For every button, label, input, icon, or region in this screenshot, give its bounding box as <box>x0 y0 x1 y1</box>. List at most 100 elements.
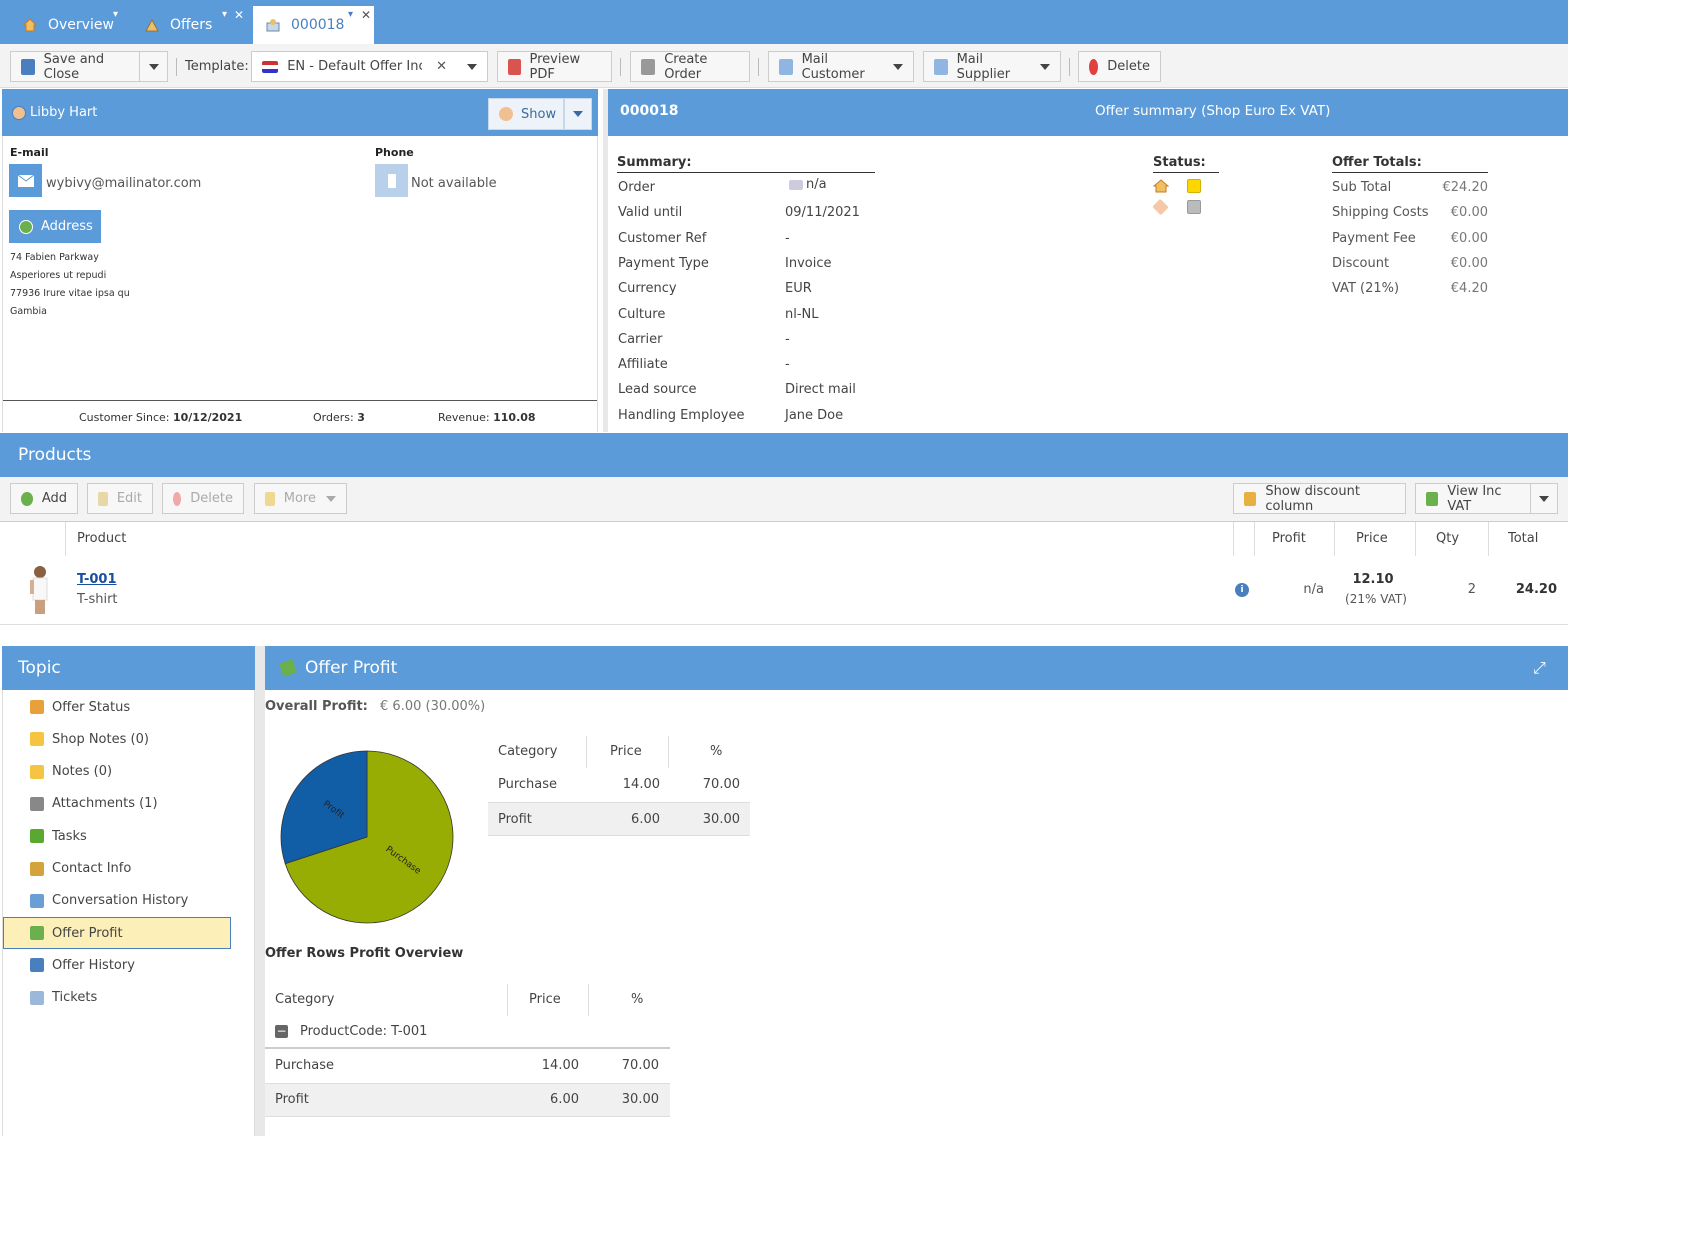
group-row[interactable]: − ProductCode: T-001 <box>265 1016 670 1049</box>
col-product[interactable]: Product <box>77 531 126 546</box>
view-dropdown-button[interactable] <box>1530 483 1558 514</box>
sidebar-item-label: Tickets <box>52 990 98 1006</box>
sidebar-item-notes[interactable]: Notes (0) <box>30 762 112 782</box>
show-discount-button[interactable]: Show discount column <box>1233 483 1406 514</box>
sidebar-item-offer-profit[interactable]: Offer Profit <box>30 923 123 943</box>
view-inc-vat-button[interactable]: View Inc VAT <box>1415 483 1531 514</box>
tab-menu-icon[interactable]: ▾ <box>222 9 227 20</box>
tab-overview[interactable]: Overview <box>0 6 130 44</box>
col-profit[interactable]: Profit <box>1272 531 1306 546</box>
delete-product-button[interactable]: Delete <box>162 483 244 514</box>
mail-customer-button[interactable]: Mail Customer <box>768 51 914 82</box>
template-select[interactable]: EN - Default Offer Inc V ✕ <box>251 51 488 82</box>
table-row[interactable]: Purchase 14.00 70.00 <box>488 768 750 802</box>
summary-label: Currency <box>618 281 677 297</box>
product-code-link[interactable]: T-001 <box>77 572 117 587</box>
products-header: Products <box>0 433 1568 477</box>
chevron-down-icon[interactable] <box>467 63 477 70</box>
discount-icon <box>1244 491 1257 506</box>
table-row[interactable]: T-001 T-shirt i n/a 12.10 (21% VAT) 2 24… <box>0 556 1568 625</box>
col-qty[interactable]: Qty <box>1436 531 1459 546</box>
template-label: Template: <box>185 59 249 74</box>
clear-icon[interactable]: ✕ <box>436 59 447 74</box>
total-label: Payment Fee <box>1332 230 1416 246</box>
sidebar-item-conversation-history[interactable]: Conversation History <box>30 891 188 911</box>
tab-label: 000018 <box>291 17 345 33</box>
save-close-button[interactable]: Save and Close <box>10 51 140 82</box>
totals-heading: Offer Totals: <box>1332 155 1488 173</box>
row-category: Purchase <box>498 777 558 792</box>
user-icon <box>499 107 513 121</box>
close-icon[interactable]: ✕ <box>361 8 371 22</box>
phone-button[interactable] <box>375 164 408 197</box>
col-price[interactable]: Price <box>1356 531 1388 546</box>
address-line: 77936 Irure vitae ipsa qu <box>10 288 130 299</box>
create-order-button[interactable]: Create Order <box>630 51 750 82</box>
col-price[interactable]: Price <box>610 744 642 759</box>
sidebar-item-attachments[interactable]: Attachments (1) <box>30 794 158 814</box>
table-row[interactable]: Profit 6.00 30.00 <box>488 802 750 836</box>
table-row[interactable]: Profit 6.00 30.00 <box>265 1083 670 1117</box>
lightning-icon <box>265 491 275 506</box>
row-price: 6.00 <box>631 812 660 827</box>
show-customer-button[interactable]: Show <box>488 98 564 130</box>
row-price: 14.00 <box>541 1058 579 1073</box>
expand-icon[interactable]: ⤢ <box>1533 658 1546 678</box>
row-category: Profit <box>498 812 532 827</box>
tab-menu-icon[interactable]: ▾ <box>113 9 118 20</box>
sidebar-item-offer-history[interactable]: Offer History <box>30 955 135 975</box>
info-icon[interactable]: i <box>1235 583 1249 597</box>
summary-label: Handling Employee <box>618 407 745 423</box>
divider <box>1069 58 1070 76</box>
preview-pdf-button[interactable]: Preview PDF <box>497 51 612 82</box>
product-total: 24.20 <box>1515 582 1557 597</box>
sidebar-item-tickets[interactable]: Tickets <box>30 988 97 1008</box>
offer-header: 000018 Offer summary (Shop Euro Ex VAT) <box>608 89 1568 136</box>
customer-body: E-mail wybivy@mailinator.com Phone Not a… <box>2 136 598 432</box>
sidebar-item-label: Offer History <box>52 957 135 973</box>
col-category[interactable]: Category <box>498 744 557 759</box>
chevron-down-icon <box>326 495 336 502</box>
table-row[interactable]: Purchase 14.00 70.00 <box>265 1050 670 1083</box>
sidebar-item-tasks[interactable]: Tasks <box>30 826 87 846</box>
tab-menu-icon[interactable]: ▾ <box>348 9 353 20</box>
email-value[interactable]: wybivy@mailinator.com <box>46 176 201 191</box>
tab-offers[interactable]: Offers <box>122 6 252 44</box>
delete-button[interactable]: Delete <box>1078 51 1161 82</box>
mail-supplier-button[interactable]: Mail Supplier <box>923 51 1061 82</box>
sidebar-item-shop-notes[interactable]: Shop Notes (0) <box>30 729 149 749</box>
total-value: €0.00 <box>1450 255 1488 271</box>
order-icon <box>789 180 803 190</box>
email-button[interactable] <box>9 164 42 197</box>
edit-product-button[interactable]: Edit <box>87 483 153 514</box>
phone-icon <box>387 173 396 188</box>
pencil-icon <box>98 491 108 506</box>
add-product-button[interactable]: Add <box>10 483 78 514</box>
col-price[interactable]: Price <box>529 992 561 1007</box>
customer-header: Libby Hart Show <box>2 89 598 136</box>
user-icon <box>12 106 26 120</box>
close-icon[interactable]: ✕ <box>234 8 244 22</box>
panel-divider <box>603 89 608 432</box>
tab-offer-000018[interactable]: 000018 <box>253 6 374 44</box>
save-dropdown-button[interactable] <box>139 51 168 82</box>
pdf-icon <box>508 58 521 75</box>
total-label: Discount <box>1332 255 1390 271</box>
money-icon <box>279 659 297 677</box>
summary-value: nl-NL <box>785 306 819 322</box>
delete-icon <box>1089 58 1099 75</box>
sidebar-item-offer-status[interactable]: Offer Status <box>30 697 130 717</box>
col-pct[interactable]: % <box>710 744 722 759</box>
collapse-icon[interactable]: − <box>275 1025 288 1038</box>
show-dropdown-button[interactable] <box>564 98 592 130</box>
more-button[interactable]: More <box>254 483 347 514</box>
col-pct[interactable]: % <box>631 992 643 1007</box>
overall-profit-label: Overall Profit: <box>265 699 368 714</box>
sidebar-item-label: Notes (0) <box>52 764 113 780</box>
col-total[interactable]: Total <box>1508 531 1538 546</box>
summary-value: Jane Doe <box>785 407 844 423</box>
sidebar-item-contact-info[interactable]: Contact Info <box>30 859 131 879</box>
col-category[interactable]: Category <box>275 992 334 1007</box>
globe-icon <box>19 219 33 234</box>
address-button[interactable]: Address <box>9 210 101 243</box>
